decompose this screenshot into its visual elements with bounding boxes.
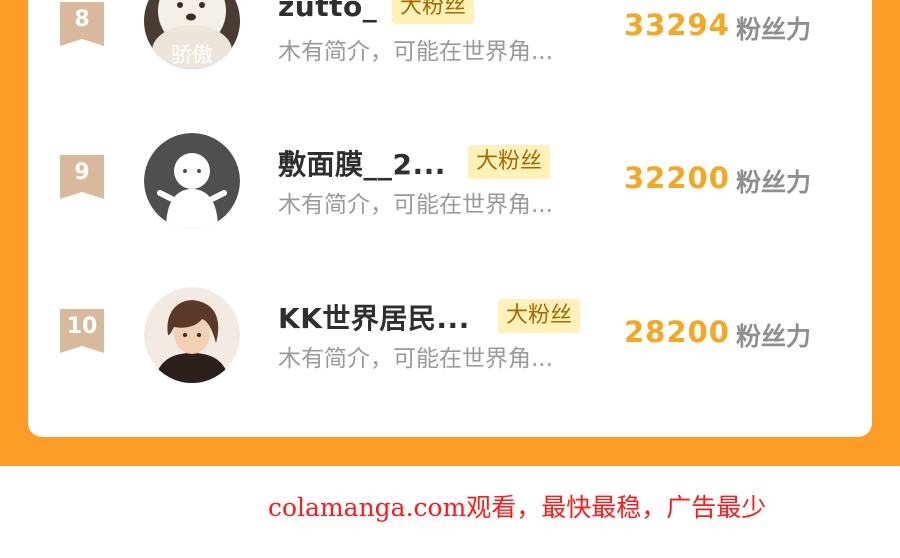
fan-power-label: 粉丝力 [736,168,812,197]
fan-power-label: 粉丝力 [736,15,812,44]
rank-ribbon: 9 [60,155,104,199]
user-description: 木有简介，可能在世界角... [278,346,553,372]
fan-power-score: 28200 [624,315,730,349]
fan-power-label: 粉丝力 [736,322,812,351]
fan-level-badge: 大粉丝 [498,299,581,333]
fan-level-badge: 大粉丝 [392,0,475,24]
default-avatar-icon [144,133,240,229]
fan-ranking-card: 8 骄傲 zutto_ 大粉丝 木有简介，可能在世界角... 33294 粉丝力… [28,0,872,437]
ranking-row[interactable]: 10 KK世界居民... 大粉丝 木有简介，可能在世界角... 28200 粉丝… [28,277,872,397]
ranking-row[interactable]: 8 骄傲 zutto_ 大粉丝 木有简介，可能在世界角... 33294 粉丝力 [28,0,872,90]
avatar[interactable] [144,133,240,229]
avatar[interactable] [144,287,240,383]
user-name[interactable]: zutto_ [278,0,377,23]
dog-avatar-image: 骄傲 [144,0,240,69]
rank-ribbon: 10 [60,309,104,353]
anime-character-avatar-image [144,287,240,383]
fan-power-score: 32200 [624,161,730,195]
user-name[interactable]: KK世界居民... [278,297,470,337]
rank-ribbon: 8 [60,2,104,46]
user-description: 木有简介，可能在世界角... [278,39,553,65]
user-description: 木有简介，可能在世界角... [278,192,553,218]
avatar-caption: 骄傲 [171,43,213,67]
user-name[interactable]: 敷面膜__2... [278,143,446,183]
fan-level-badge: 大粉丝 [468,145,551,179]
fan-power-score: 33294 [624,8,730,42]
avatar[interactable]: 骄傲 [144,0,240,69]
ranking-row[interactable]: 9 敷面膜__2... 大粉丝 木有简介，可能在世界角... 32200 粉丝力 [28,123,872,243]
site-watermark: colamanga.com观看，最快最稳，广告最少 [268,493,767,522]
